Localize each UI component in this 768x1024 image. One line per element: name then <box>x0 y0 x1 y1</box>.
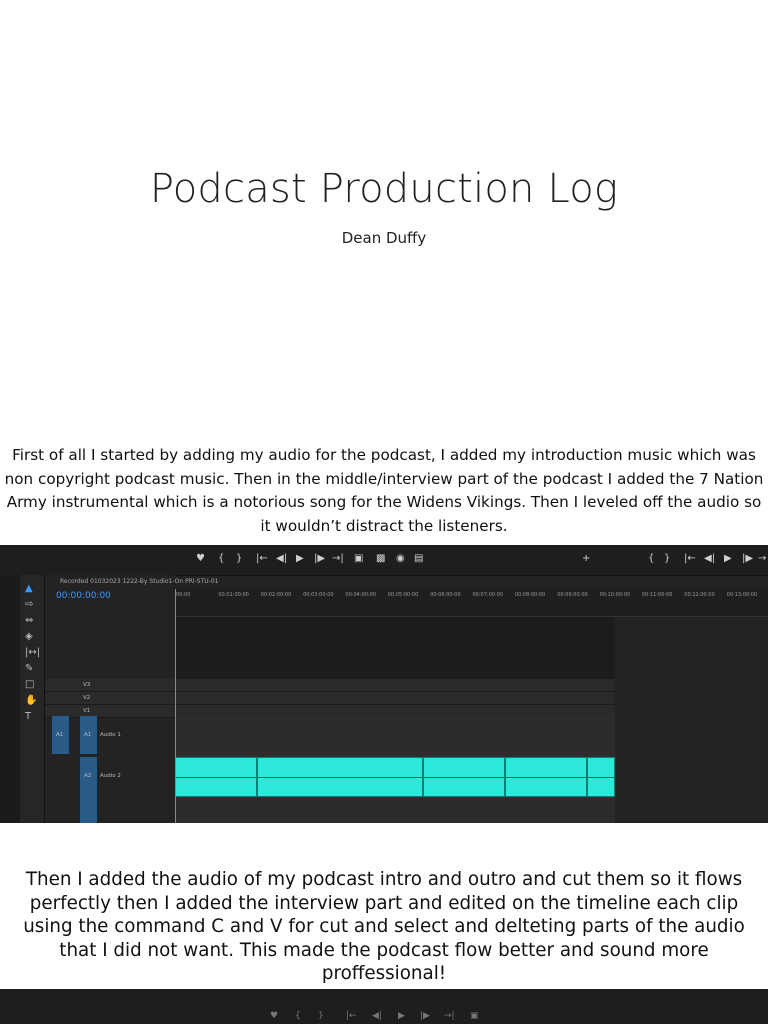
playhead[interactable] <box>175 589 176 823</box>
play-icon[interactable]: ▶ <box>296 553 304 564</box>
audio-2-name: Audio 2 <box>100 773 121 779</box>
track-label-a1: A1 <box>84 732 92 738</box>
go-to-out-icon-3[interactable]: →| <box>444 1011 455 1021</box>
track-label-v3: V3 <box>83 682 91 688</box>
step-back-icon-3[interactable]: ◀| <box>372 1011 382 1021</box>
mark-in-icon-2[interactable]: { <box>648 553 654 564</box>
pen-tool-icon[interactable]: ✎ <box>25 663 33 674</box>
waveform <box>424 777 504 778</box>
go-to-out-icon-2[interactable]: → <box>758 553 766 564</box>
mark-out-icon[interactable]: } <box>236 553 242 564</box>
audio-clip[interactable] <box>505 757 587 797</box>
track-label-a1-src: A1 <box>56 732 64 738</box>
mark-out-icon-2[interactable]: } <box>664 553 670 564</box>
step-back-icon-2[interactable]: ◀| <box>704 553 715 564</box>
mark-in-icon[interactable]: { <box>218 553 224 564</box>
sequence-tab[interactable]: Recorded 01032023 1222-By Studio1-On PRI… <box>60 578 218 585</box>
step-forward-icon-2[interactable]: |▶ <box>742 553 753 564</box>
mark-out-icon-3[interactable]: } <box>318 1011 324 1021</box>
ruler-tick-label: 00:03:00:00 <box>303 592 334 598</box>
transport-bar: ♥ { } |← ◀| ▶ |▶ →| ▣ ▩ ◉ ▤ + { } |← ◀| … <box>0 545 768 576</box>
waveform <box>588 777 614 778</box>
ruler-tick-label: 00:07:00:00 <box>472 592 504 598</box>
track-label-v1: V1 <box>83 708 91 714</box>
time-ruler[interactable]: 00:00 00:01:00:00 00:02:00:00 00:03:00:00 00… <box>175 588 768 617</box>
paragraph-1: First of all I started by adding my audi… <box>4 446 764 535</box>
razor-tool-icon[interactable]: ◈ <box>25 631 33 642</box>
play-icon-2[interactable]: ▶ <box>724 553 732 564</box>
audio-clip[interactable] <box>175 757 257 797</box>
ruler-tick-label: 00:04:00:00 <box>345 592 376 598</box>
ripple-edit-tool-icon[interactable]: ⇔ <box>25 615 33 626</box>
timecode-display[interactable]: 00:00:00:00 <box>56 591 111 601</box>
go-to-in-icon[interactable]: |← <box>256 553 268 564</box>
premiere-timeline-screenshot: ♥ { } |← ◀| ▶ |▶ →| ▣ ▩ ◉ ▤ + { } |← ◀| … <box>0 545 768 823</box>
type-tool-icon[interactable]: T <box>25 711 31 722</box>
go-to-in-icon-2[interactable]: |← <box>684 553 696 564</box>
waveform <box>258 777 422 778</box>
ruler-tick-label: 00:13:00:00 <box>726 592 758 598</box>
step-forward-icon-3[interactable]: |▶ <box>420 1011 430 1021</box>
overwrite-icon[interactable]: ▩ <box>376 553 385 564</box>
paragraph-2: Then I added the audio of my podcast int… <box>23 869 745 984</box>
ruler-tick-label: 00:12:00:00 <box>684 592 715 598</box>
audio-clip[interactable] <box>423 757 505 797</box>
left-panel-edge <box>0 575 20 823</box>
video-track-area <box>175 617 615 687</box>
mark-in-icon-3[interactable]: { <box>295 1011 301 1021</box>
selection-tool-icon[interactable]: ▲ <box>25 583 33 594</box>
ruler-tick-label: 00:01:00:00 <box>218 592 249 598</box>
ruler-tick-label: 00:02:00:00 <box>260 592 292 598</box>
play-icon-3[interactable]: ▶ <box>398 1011 405 1021</box>
audio-clip[interactable] <box>257 757 423 797</box>
track-label-a2: A2 <box>84 773 92 779</box>
tools-panel: ▲ ⇨ ⇔ ◈ |↔| ✎ □ ✋ T <box>20 575 45 823</box>
track-row-v3[interactable]: V3 <box>45 679 615 692</box>
audio-clip[interactable] <box>587 757 615 797</box>
ruler-tick-label: 00:06:00:00 <box>430 592 461 598</box>
a1-target[interactable]: A1 <box>80 716 97 754</box>
a1-source-patch[interactable]: A1 <box>52 716 69 754</box>
author-name: Dean Duffy <box>341 229 427 247</box>
go-to-out-icon[interactable]: →| <box>332 553 344 564</box>
ruler-tick-label: 00:09:00:00 <box>557 592 588 598</box>
camera-icon[interactable]: ◉ <box>396 553 405 564</box>
a2-target[interactable]: A2 <box>80 757 97 823</box>
step-back-icon[interactable]: ◀| <box>276 553 287 564</box>
audio-1-name: Audio 1 <box>100 732 121 738</box>
insert-icon-3[interactable]: ▣ <box>470 1011 479 1021</box>
step-forward-icon[interactable]: |▶ <box>314 553 325 564</box>
ruler-tick-label: 00:11:00:00 <box>641 592 673 598</box>
ruler-tick-label: 00:00 <box>176 592 191 598</box>
add-button-icon[interactable]: + <box>582 553 590 564</box>
slip-tool-icon[interactable]: |↔| <box>25 647 40 658</box>
waveform <box>176 777 256 778</box>
track-select-tool-icon[interactable]: ⇨ <box>25 599 33 610</box>
insert-icon[interactable]: ▣ <box>354 553 363 564</box>
track-row-v2[interactable]: V2 <box>45 692 615 705</box>
settings-icon[interactable]: ▤ <box>414 553 423 564</box>
rectangle-tool-icon[interactable]: □ <box>25 679 34 690</box>
marker-icon-3[interactable]: ♥ <box>270 1011 278 1021</box>
hand-tool-icon[interactable]: ✋ <box>25 695 37 706</box>
ruler-tick-label: 00:10:00:00 <box>599 592 631 598</box>
next-screenshot-strip: ♥ { } |← ◀| ▶ |▶ →| ▣ <box>0 989 768 1024</box>
ruler-tick-label: 00:05:00:00 <box>387 592 419 598</box>
waveform <box>506 777 586 778</box>
marker-icon[interactable]: ♥ <box>196 553 205 564</box>
track-label-v2: V2 <box>83 695 91 701</box>
ruler-tick-label: 00:08:00:00 <box>514 592 546 598</box>
page-title: Podcast Production Log <box>149 166 619 212</box>
go-to-in-icon-3[interactable]: |← <box>346 1011 357 1021</box>
